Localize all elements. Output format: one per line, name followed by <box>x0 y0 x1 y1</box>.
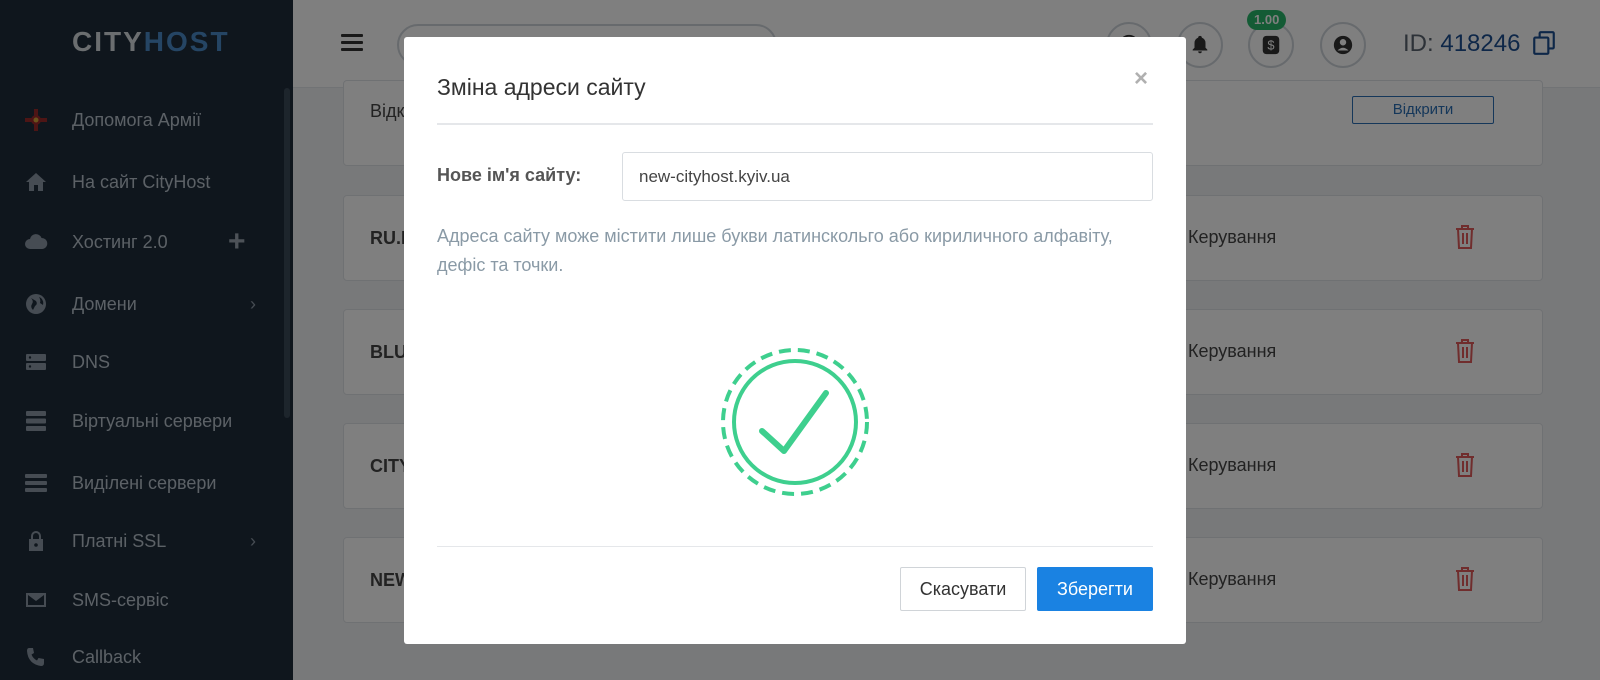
site-name-input[interactable] <box>622 152 1153 201</box>
success-check-icon <box>720 347 870 497</box>
divider <box>437 546 1153 547</box>
cancel-button[interactable]: Скасувати <box>900 567 1026 611</box>
site-name-label: Нове ім'я сайту: <box>437 165 582 185</box>
close-icon[interactable]: × <box>1134 65 1148 93</box>
hint-text: Адреса сайту може містити лише букви лат… <box>437 226 1113 275</box>
modal-title: Зміна адреси сайту <box>437 74 646 100</box>
divider <box>437 123 1153 125</box>
save-button[interactable]: Зберегти <box>1037 567 1153 611</box>
rename-site-modal: Зміна адреси сайту × Нове ім'я сайту: Ад… <box>404 37 1186 644</box>
